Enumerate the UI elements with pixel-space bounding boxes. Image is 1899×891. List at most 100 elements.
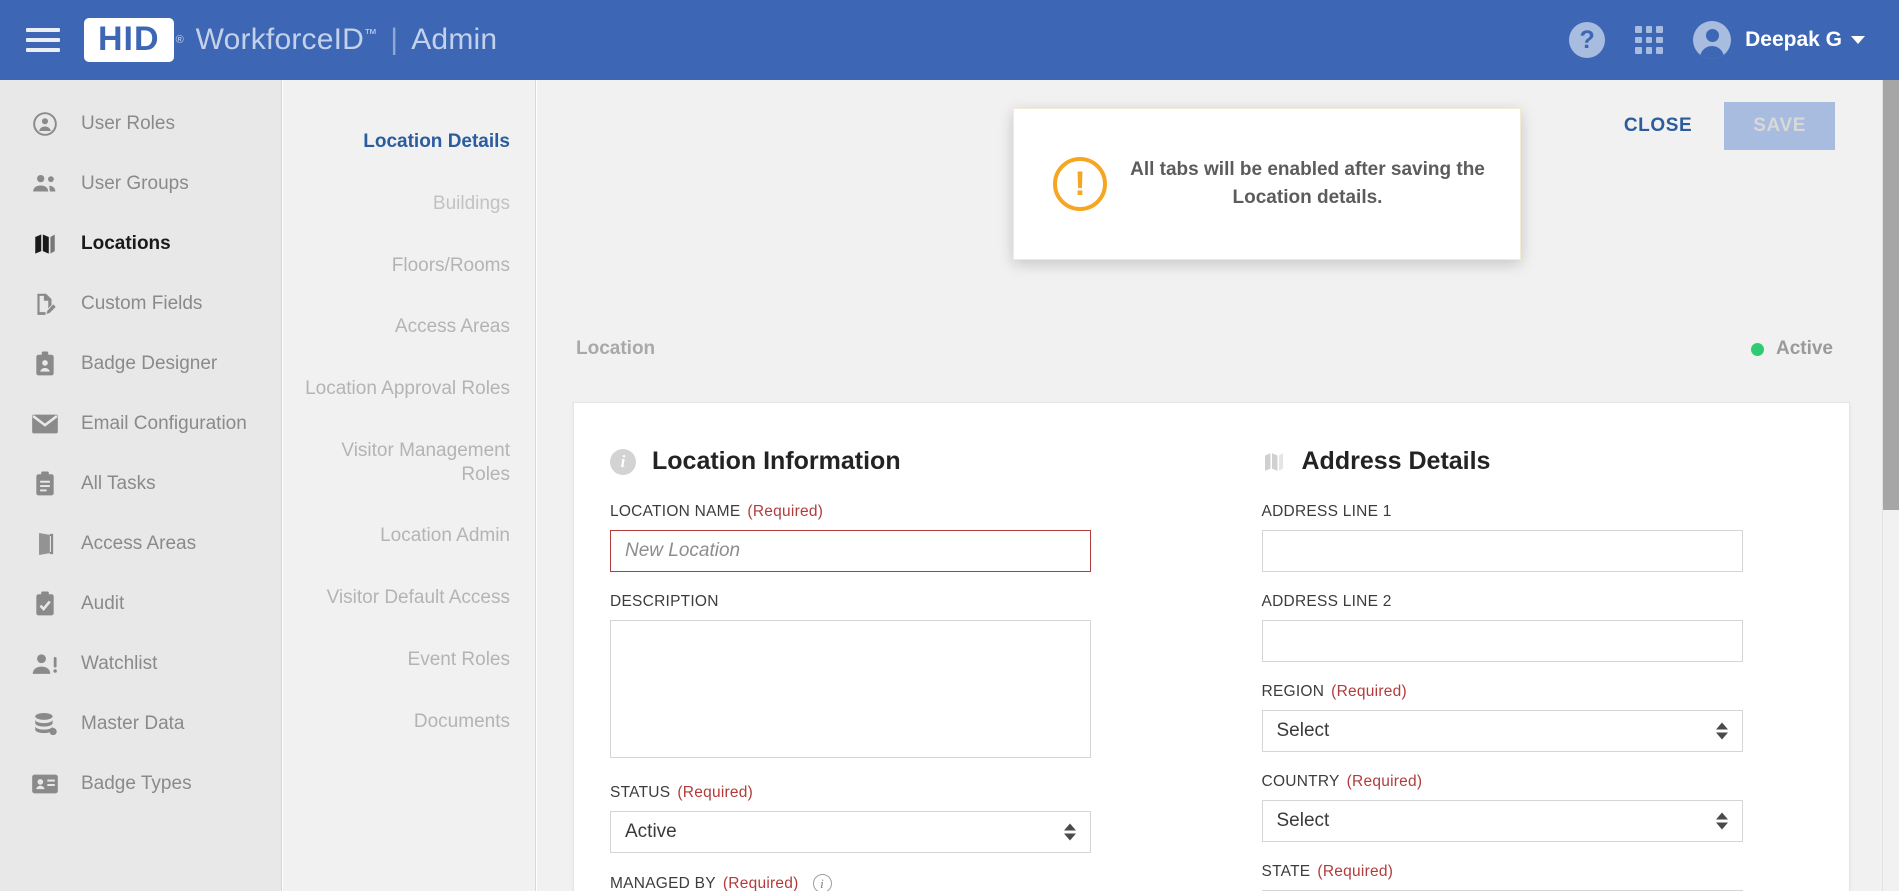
region-label: REGION (Required) bbox=[1262, 683, 1820, 701]
tab-location-details[interactable]: Location Details bbox=[283, 130, 535, 154]
section-name: Admin bbox=[411, 23, 498, 56]
sidebar-item-badge-designer[interactable]: Badge Designer bbox=[0, 334, 281, 394]
product-name: WorkforceID bbox=[195, 23, 365, 56]
tab-location-approval-roles[interactable]: Location Approval Roles bbox=[283, 377, 535, 401]
registered-mark: ® bbox=[175, 34, 184, 46]
location-name-input[interactable] bbox=[610, 530, 1091, 572]
sidebar-item-label: Badge Types bbox=[81, 773, 192, 794]
required-marker: (Required) bbox=[1317, 863, 1394, 880]
sidebar-item-label: Master Data bbox=[81, 713, 185, 734]
sidebar-item-label: Badge Designer bbox=[81, 353, 218, 374]
label-text: COUNTRY bbox=[1261, 773, 1340, 790]
label-text: STATUS bbox=[610, 784, 671, 801]
sidebar-item-email-configuration[interactable]: Email Configuration bbox=[0, 394, 281, 454]
tab-access-areas[interactable]: Access Areas bbox=[283, 315, 535, 339]
tab-floors-rooms[interactable]: Floors/Rooms bbox=[283, 254, 535, 278]
address-line-1-input[interactable] bbox=[1261, 530, 1743, 572]
field-address-line-2: ADDRESS LINE 2 bbox=[1261, 593, 1820, 662]
save-button[interactable]: SAVE bbox=[1724, 102, 1835, 150]
sidebar-item-user-groups[interactable]: User Groups bbox=[0, 154, 281, 214]
sidebar-item-access-areas[interactable]: Access Areas bbox=[0, 514, 281, 574]
sidebar-item-label: Locations bbox=[81, 233, 171, 254]
field-state: STATE (Required) Select bbox=[1261, 863, 1820, 891]
scrollbar-thumb[interactable] bbox=[1883, 80, 1899, 510]
location-details-card: i Location Information LOCATION NAME (Re… bbox=[573, 402, 1850, 891]
label-text: ADDRESS LINE 2 bbox=[1261, 593, 1392, 610]
user-circle-icon bbox=[28, 109, 62, 139]
sidebar-item-badge-types[interactable]: Badge Types bbox=[0, 754, 281, 814]
managed-by-label: MANAGED BY (Required) i bbox=[610, 874, 1182, 891]
tab-buildings[interactable]: Buildings bbox=[283, 192, 535, 216]
status-dot-icon bbox=[1750, 342, 1764, 356]
user-menu[interactable]: Deepak G bbox=[1745, 28, 1865, 52]
sidebar-item-master-data[interactable]: Master Data bbox=[0, 694, 281, 754]
sidebar-item-label: User Groups bbox=[81, 173, 189, 194]
field-region: REGION (Required) Select bbox=[1261, 683, 1820, 752]
form-actions: CLOSE SAVE bbox=[1624, 102, 1835, 150]
status-label: Active bbox=[1775, 338, 1833, 359]
user-name-label: Deepak G bbox=[1745, 28, 1842, 51]
door-icon bbox=[28, 529, 62, 559]
tab-event-roles[interactable]: Event Roles bbox=[283, 648, 535, 672]
address-line-2-input[interactable] bbox=[1261, 620, 1743, 662]
map-icon bbox=[28, 229, 62, 259]
description-label: DESCRIPTION bbox=[610, 593, 1182, 611]
hamburger-icon[interactable] bbox=[26, 28, 60, 52]
region-select[interactable]: Select bbox=[1261, 710, 1743, 752]
sidebar: User Roles User Groups Locations Custom … bbox=[0, 80, 282, 891]
clipboard-icon bbox=[28, 469, 62, 499]
required-marker: (Required) bbox=[1331, 683, 1407, 700]
sidebar-item-locations[interactable]: Locations bbox=[0, 214, 281, 274]
badge-icon bbox=[28, 349, 62, 379]
description-textarea[interactable] bbox=[610, 620, 1091, 758]
required-marker: (Required) bbox=[747, 503, 824, 520]
form-edit-icon bbox=[28, 289, 62, 319]
map-icon bbox=[1262, 450, 1286, 474]
sidebar-item-label: All Tasks bbox=[81, 473, 156, 494]
region-select-wrap: Select bbox=[1261, 710, 1743, 752]
address-details-panel: Address Details ADDRESS LINE 1 ADDRESS L… bbox=[1212, 447, 1850, 891]
info-outline-icon[interactable]: i bbox=[812, 874, 832, 891]
field-status: STATUS (Required) Active bbox=[610, 784, 1182, 853]
location-information-panel: i Location Information LOCATION NAME (Re… bbox=[574, 447, 1212, 891]
field-location-name: LOCATION NAME (Required) bbox=[610, 503, 1182, 572]
close-button[interactable]: CLOSE bbox=[1624, 115, 1692, 137]
label-text: DESCRIPTION bbox=[610, 593, 719, 610]
field-managed-by: MANAGED BY (Required) i SAFE bbox=[610, 874, 1182, 891]
panel-title: Address Details bbox=[1301, 447, 1491, 475]
user-alert-icon bbox=[28, 649, 62, 679]
field-country: COUNTRY (Required) Select bbox=[1261, 773, 1820, 842]
panel-title: Location Information bbox=[652, 447, 901, 475]
country-select[interactable]: Select bbox=[1261, 800, 1743, 842]
sidebar-item-custom-fields[interactable]: Custom Fields bbox=[0, 274, 281, 334]
breadcrumb: Location bbox=[576, 338, 656, 359]
hid-logo: HID bbox=[84, 18, 174, 62]
required-marker: (Required) bbox=[677, 784, 754, 801]
field-description: DESCRIPTION bbox=[610, 593, 1182, 763]
sidebar-item-label: Email Configuration bbox=[81, 413, 247, 434]
tab-visitor-management-roles[interactable]: Visitor Management Roles bbox=[283, 439, 535, 487]
tab-visitor-default-access[interactable]: Visitor Default Access bbox=[283, 586, 535, 610]
location-information-header: i Location Information bbox=[610, 447, 1182, 476]
tab-location-admin[interactable]: Location Admin bbox=[283, 524, 535, 548]
clipboard-check-icon bbox=[28, 589, 62, 619]
page-scrollbar[interactable] bbox=[1882, 80, 1899, 891]
id-card-icon bbox=[28, 769, 62, 799]
sidebar-item-audit[interactable]: Audit bbox=[0, 574, 281, 634]
app-grid-icon[interactable] bbox=[1635, 26, 1664, 54]
sidebar-item-watchlist[interactable]: Watchlist bbox=[0, 634, 281, 694]
database-icon bbox=[28, 709, 62, 739]
label-text: STATE bbox=[1261, 863, 1311, 880]
people-icon bbox=[28, 169, 62, 199]
toast-message: All tabs will be enabled after saving th… bbox=[1130, 159, 1485, 208]
sidebar-item-all-tasks[interactable]: All Tasks bbox=[0, 454, 281, 514]
label-text: ADDRESS LINE 1 bbox=[1261, 503, 1392, 520]
location-name-label: LOCATION NAME (Required) bbox=[610, 503, 1182, 521]
status-badge: Active bbox=[1750, 338, 1833, 360]
sidebar-item-user-roles[interactable]: User Roles bbox=[0, 94, 281, 154]
question-mark-icon[interactable]: ? bbox=[1569, 22, 1606, 58]
tab-documents[interactable]: Documents bbox=[283, 710, 535, 734]
status-select[interactable]: Active bbox=[610, 811, 1091, 853]
user-avatar-icon[interactable] bbox=[1693, 21, 1732, 59]
label-text: LOCATION NAME bbox=[610, 503, 741, 520]
